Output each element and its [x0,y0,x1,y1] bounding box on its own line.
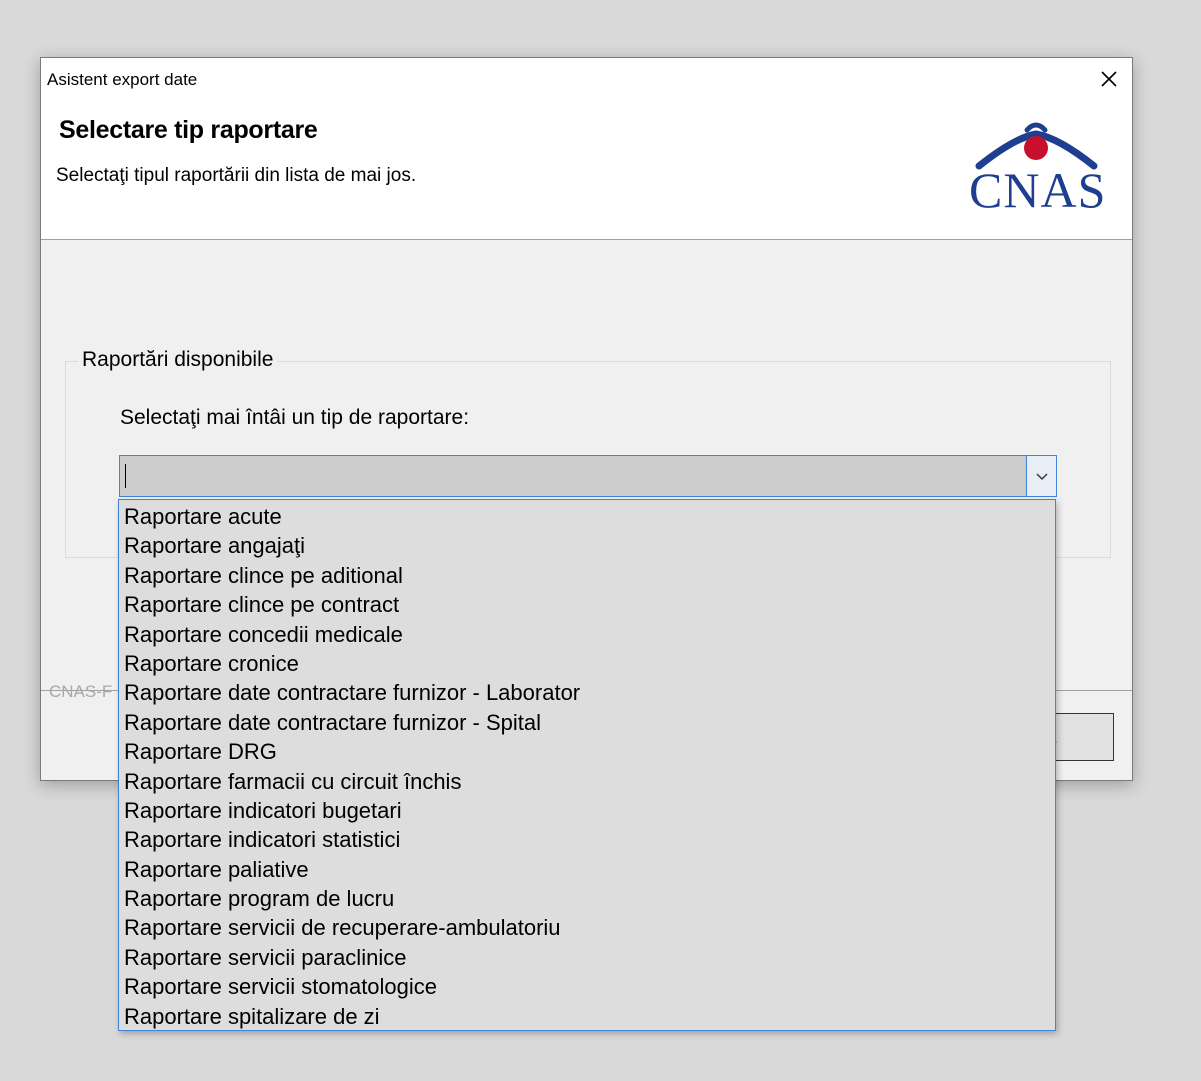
title-bar: Asistent export date [41,58,1132,100]
close-icon [1101,71,1117,87]
dropdown-option[interactable]: Raportare clince pe aditional [119,561,1055,590]
page-subtitle: Selectaţi tipul raportării din lista de … [56,165,417,186]
group-legend: Raportări disponibile [78,348,278,372]
logo-text: CNAS [969,162,1107,218]
report-type-dropdown-list[interactable]: Raportare acute Raportare angajaţi Rapor… [118,499,1056,1031]
dropdown-option[interactable]: Raportare date contractare furnizor - La… [119,678,1055,707]
report-type-combobox[interactable] [119,455,1057,497]
dropdown-option[interactable]: Raportare program de lucru [119,884,1055,913]
dropdown-option[interactable]: Raportare farmacii cu circuit închis [119,767,1055,796]
dropdown-option[interactable]: Raportare concedii medicale [119,620,1055,649]
cnas-logo: CNAS [969,118,1107,218]
dropdown-option[interactable]: Raportare date contractare furnizor - Sp… [119,708,1055,737]
close-button[interactable] [1086,58,1132,100]
text-caret [125,464,126,488]
dropdown-option[interactable]: Raportare servicii paraclinice [119,943,1055,972]
dropdown-option[interactable]: Raportare angajaţi [119,531,1055,560]
report-type-prompt: Selectaţi mai întâi un tip de raportare: [120,406,470,429]
dropdown-toggle-button[interactable] [1026,456,1056,496]
dropdown-option[interactable]: Raportare acute [119,502,1055,531]
dropdown-option[interactable]: Raportare indicatori bugetari [119,796,1055,825]
dropdown-option[interactable]: Raportare servicii de recuperare-ambulat… [119,913,1055,942]
window-title: Asistent export date [47,70,198,89]
dropdown-option[interactable]: Raportare paliative [119,855,1055,884]
dropdown-option[interactable]: Raportare cronice [119,649,1055,678]
dropdown-option[interactable]: Raportare DRG [119,737,1055,766]
dropdown-option[interactable]: Raportare spitalizare de zi [119,1002,1055,1031]
dropdown-option[interactable]: Raportare servicii stomatologice [119,972,1055,1001]
wizard-header: Selectare tip raportare Selectaţi tipul … [41,100,1132,240]
footer-app-text: CNAS-F [49,682,113,701]
page-title: Selectare tip raportare [59,116,318,144]
dropdown-option[interactable]: Raportare indicatori statistici [119,825,1055,854]
dropdown-option[interactable]: Raportare clince pe contract [119,590,1055,619]
chevron-down-icon [1036,473,1047,480]
